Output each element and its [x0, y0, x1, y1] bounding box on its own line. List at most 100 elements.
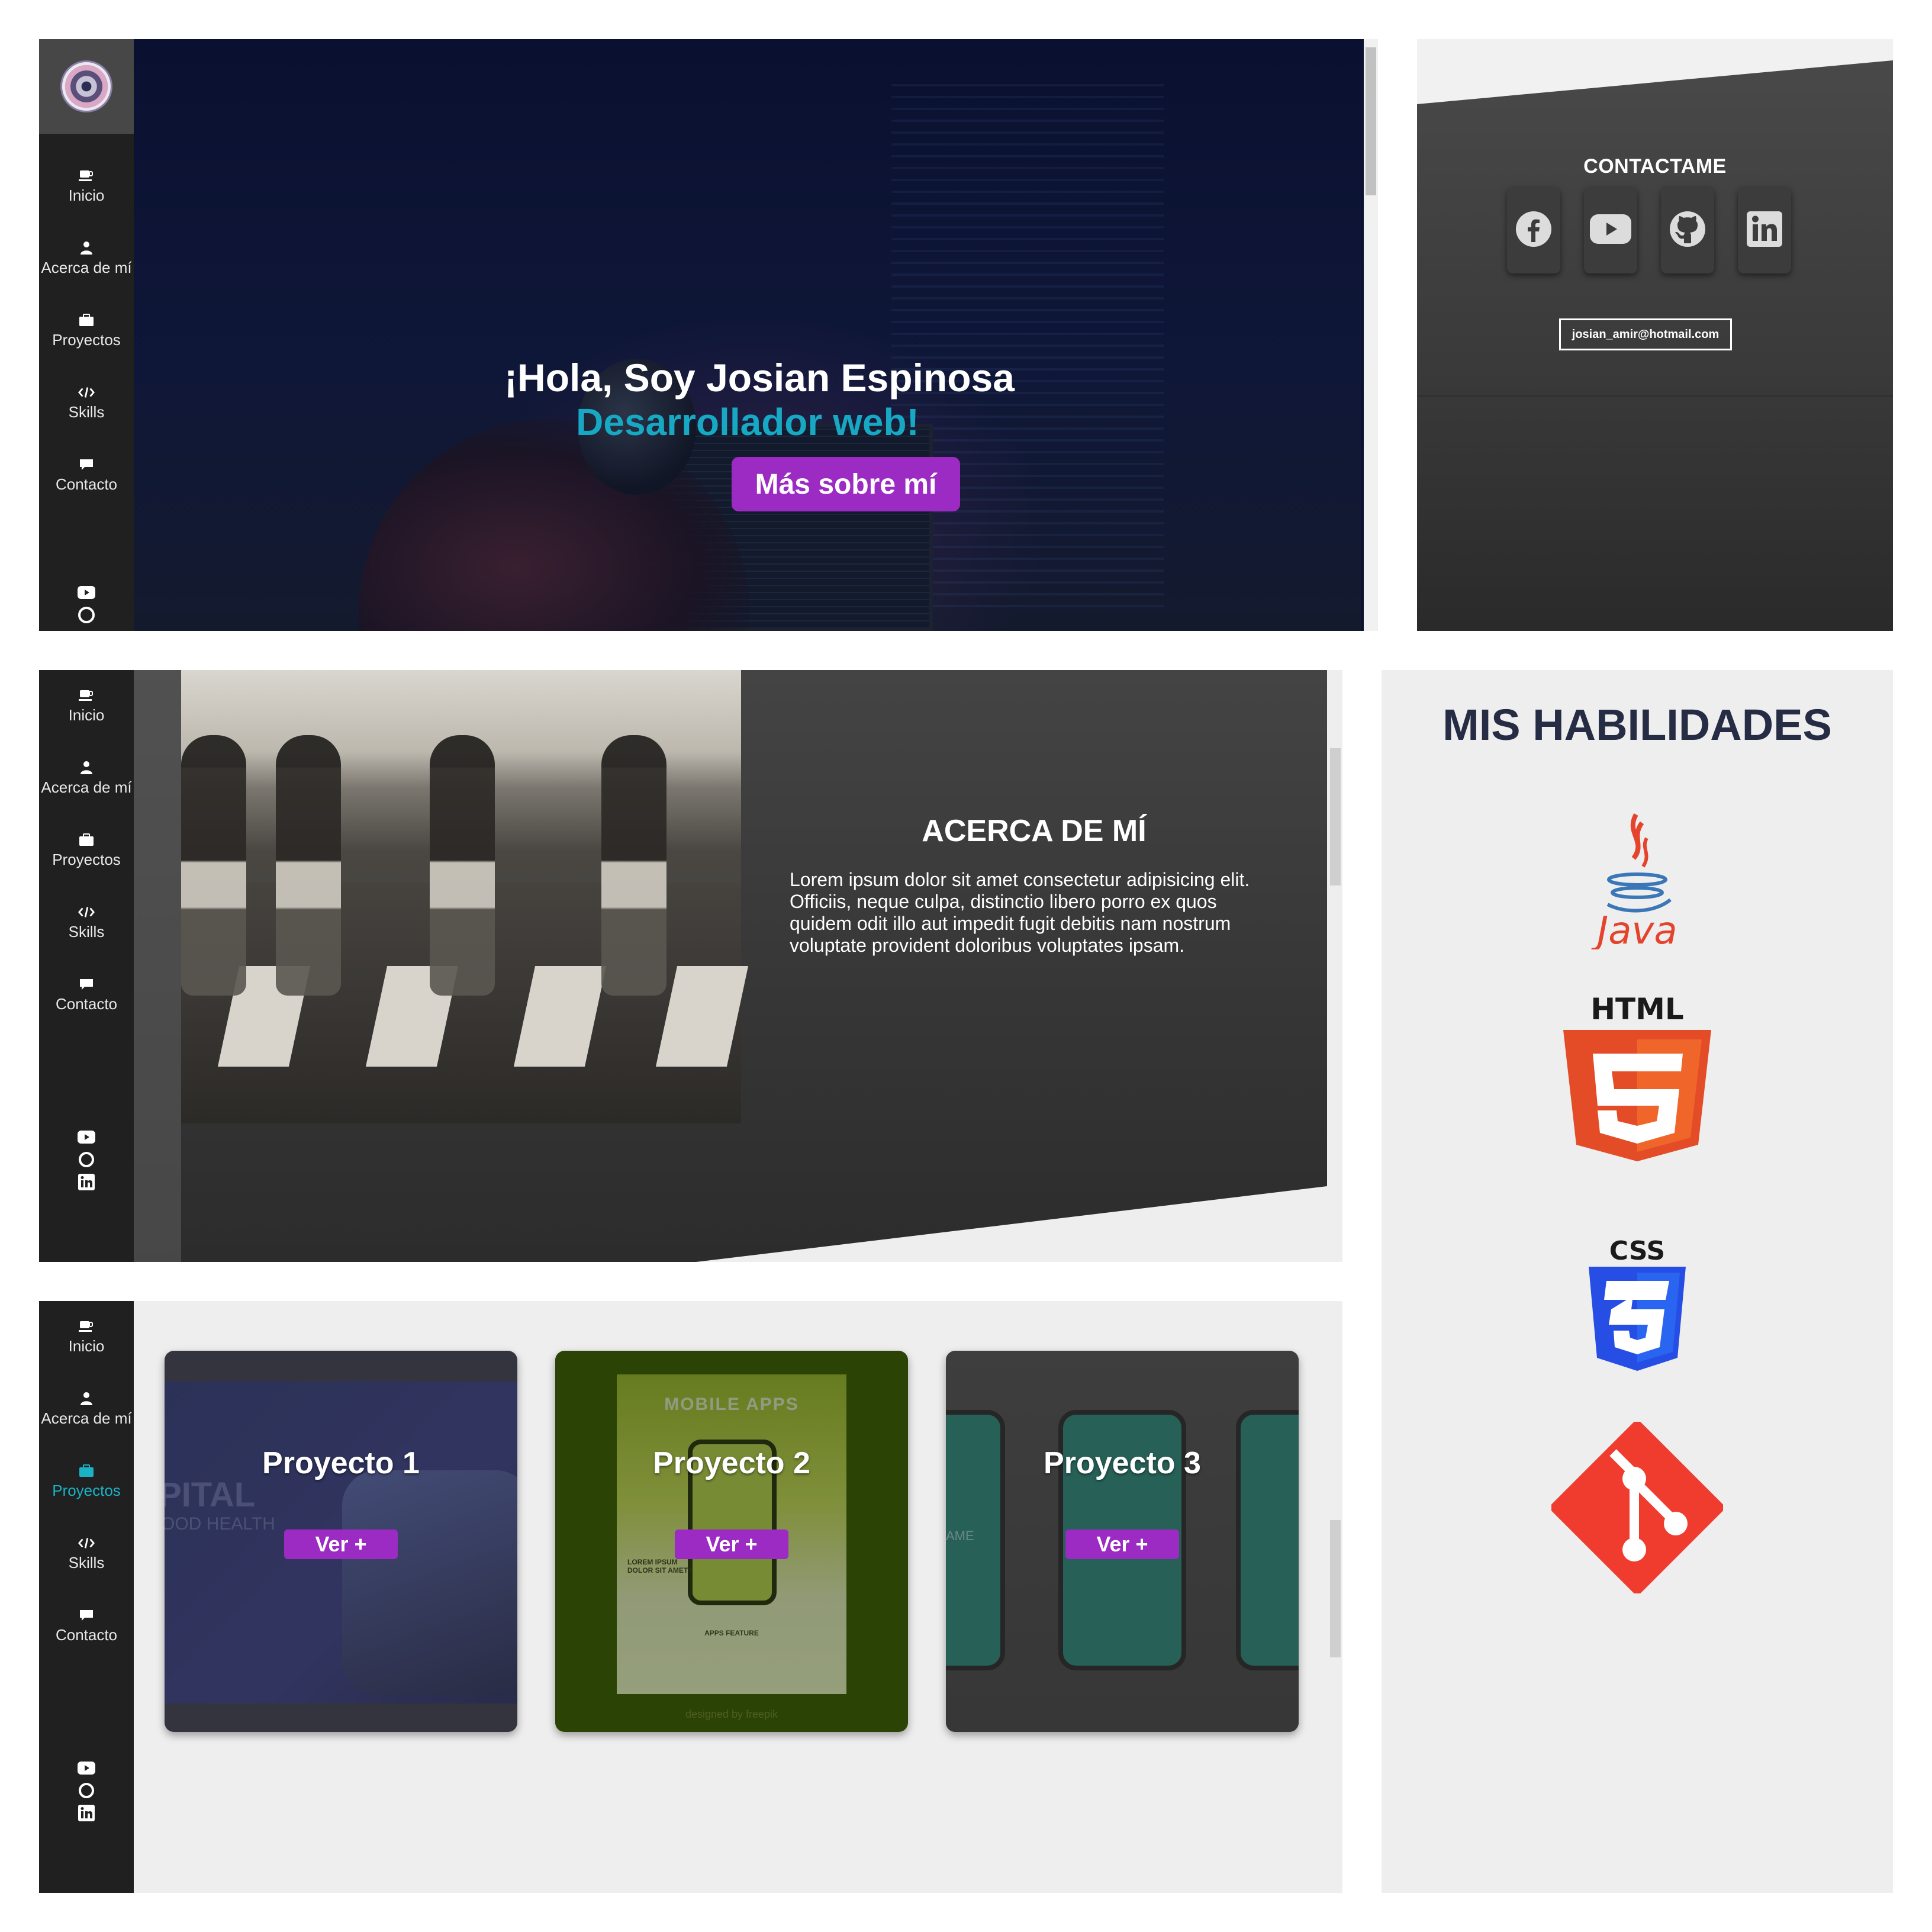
projects-screenshot: Inicio Acerca de mí Proyectos Skills Con… — [39, 1301, 1342, 1893]
contact-screenshot: CONTACTAME josian_amir@hotmail.com — [1417, 39, 1893, 631]
youtube-icon — [1590, 214, 1631, 247]
github-icon — [1669, 210, 1706, 251]
user-icon — [78, 761, 95, 775]
briefcase-icon — [78, 1464, 95, 1478]
view-more-button[interactable]: Ver + — [284, 1530, 398, 1559]
avatar-container — [39, 39, 134, 134]
view-more-button[interactable]: Ver + — [675, 1530, 788, 1559]
sidebar-nav: Inicio Acerca de mí Proyectos Skills Con… — [39, 150, 134, 511]
sidebar-item-label: Proyectos — [52, 1481, 121, 1499]
sidebar-item-label: Acerca de mí — [41, 258, 132, 276]
sidebar-item-acerca[interactable]: Acerca de mí — [39, 1373, 134, 1445]
linkedin-icon[interactable] — [78, 1173, 95, 1191]
github-icon[interactable] — [78, 606, 95, 624]
youtube-icon[interactable] — [78, 1759, 95, 1777]
about-text: Lorem ipsum dolor sit amet consectetur a… — [790, 869, 1250, 956]
sidebar-item-label: Contacto — [55, 1625, 118, 1644]
social-buttons — [1507, 187, 1791, 273]
sidebar-item-label: Proyectos — [52, 850, 121, 868]
sidebar-item-contacto[interactable]: Contacto — [39, 439, 134, 511]
walker-figure — [601, 735, 666, 996]
facebook-button[interactable] — [1507, 187, 1560, 273]
project-title: Proyecto 3 — [1044, 1446, 1201, 1480]
github-icon[interactable] — [78, 1782, 95, 1799]
divider — [1417, 395, 1893, 397]
sidebar-item-skills[interactable]: Skills — [39, 367, 134, 439]
sidebar-nav: Inicio Acerca de mí Proyectos Skills Con… — [39, 1301, 134, 1662]
sidebar-item-inicio[interactable]: Inicio — [39, 670, 134, 742]
user-icon — [78, 1392, 95, 1406]
contact-title: CONTACTAME — [1583, 155, 1727, 178]
html5-logo: HTML — [1382, 994, 1893, 1166]
sidebar-item-contacto[interactable]: Contacto — [39, 959, 134, 1031]
code-icon — [78, 905, 95, 919]
sidebar: Inicio Acerca de mí Proyectos Skills Con… — [39, 670, 134, 1262]
html-label: HTML — [1590, 994, 1684, 1026]
hero-screenshot: Inicio Acerca de mí Proyectos Skills Con… — [39, 39, 1378, 631]
sidebar-item-label: Acerca de mí — [41, 1409, 132, 1427]
hero-subtitle: Desarrollador web! — [576, 401, 919, 443]
sidebar-item-label: Inicio — [68, 706, 105, 724]
about-screenshot: Inicio Acerca de mí Proyectos Skills Con… — [39, 670, 1342, 1262]
sidebar-item-acerca[interactable]: Acerca de mí — [39, 223, 134, 295]
sidebar-item-inicio[interactable]: Inicio — [39, 150, 134, 223]
project-card-3[interactable]: AME Proyecto 3 Ver + — [946, 1351, 1299, 1732]
git-logo[interactable] — [1382, 1422, 1893, 1593]
coffee-icon — [78, 169, 95, 183]
email-button[interactable]: josian_amir@hotmail.com — [1559, 318, 1732, 350]
java-logo: Java — [1382, 810, 1893, 949]
comment-icon — [78, 458, 95, 472]
sidebar-social — [39, 1759, 134, 1822]
more-about-me-button[interactable]: Más sobre mí — [732, 457, 960, 511]
sidebar-item-skills[interactable]: Skills — [39, 1518, 134, 1590]
view-more-button[interactable]: Ver + — [1065, 1530, 1179, 1559]
code-icon — [78, 385, 95, 400]
css-label: CSS — [1609, 1236, 1666, 1266]
about-shade — [134, 670, 181, 1262]
scroll-thumb[interactable] — [1330, 1520, 1341, 1657]
sidebar-item-proyectos[interactable]: Proyectos — [39, 1445, 134, 1518]
avatar[interactable] — [60, 60, 112, 112]
sidebar-nav: Inicio Acerca de mí Proyectos Skills Con… — [39, 670, 134, 1031]
walker-figure — [430, 735, 495, 996]
sidebar: Inicio Acerca de mí Proyectos Skills Con… — [39, 1301, 134, 1893]
hero-title: ¡Hola, Soy Josian Espinosa — [504, 356, 1015, 400]
sidebar-item-label: Inicio — [68, 186, 105, 204]
linkedin-button[interactable] — [1738, 187, 1791, 273]
scroll-thumb[interactable] — [1330, 748, 1341, 886]
sidebar-item-acerca[interactable]: Acerca de mí — [39, 742, 134, 814]
sidebar-item-contacto[interactable]: Contacto — [39, 1590, 134, 1662]
project-title: Proyecto 1 — [262, 1446, 420, 1480]
comment-icon — [78, 977, 95, 991]
linkedin-icon[interactable] — [78, 1804, 95, 1822]
briefcase-icon — [78, 833, 95, 847]
code-icon — [78, 1536, 95, 1550]
youtube-button[interactable] — [1584, 187, 1637, 273]
sidebar-item-skills[interactable]: Skills — [39, 887, 134, 959]
sidebar-item-label: Skills — [68, 922, 105, 941]
walker-figure — [276, 735, 341, 996]
skills-screenshot: MIS HABILIDADES Java HTML CSS — [1382, 670, 1893, 1893]
github-button[interactable] — [1661, 187, 1714, 273]
project-card-1[interactable]: PITAL OOD HEALTH Proyecto 1 Ver + — [165, 1351, 517, 1732]
sidebar-item-proyectos[interactable]: Proyectos — [39, 814, 134, 887]
sidebar-item-label: Contacto — [55, 994, 118, 1013]
coffee-icon — [78, 1319, 95, 1334]
hero-banner: ¡Hola, Soy Josian Espinosa Desarrollador… — [134, 39, 1361, 631]
sidebar-item-label: Acerca de mí — [41, 778, 132, 796]
youtube-icon[interactable] — [78, 1128, 95, 1146]
project-card-2[interactable]: MOBILE APPS LOREM IPSUM DOLOR SIT AMET? … — [555, 1351, 908, 1732]
sidebar-item-inicio[interactable]: Inicio — [39, 1301, 134, 1373]
css3-logo: CSS — [1382, 1236, 1893, 1378]
github-icon[interactable] — [78, 1151, 95, 1168]
about-title: ACERCA DE MÍ — [922, 814, 1147, 848]
scroll-thumb[interactable] — [1366, 47, 1376, 195]
sidebar-item-proyectos[interactable]: Proyectos — [39, 295, 134, 367]
youtube-icon[interactable] — [78, 584, 95, 601]
scrollbar[interactable] — [1328, 1301, 1342, 1893]
scrollbar[interactable] — [1328, 670, 1342, 1262]
sidebar-item-label: Skills — [68, 1553, 105, 1572]
java-label: Java — [1590, 909, 1677, 949]
briefcase-icon — [78, 313, 95, 327]
scrollbar[interactable] — [1364, 39, 1378, 631]
